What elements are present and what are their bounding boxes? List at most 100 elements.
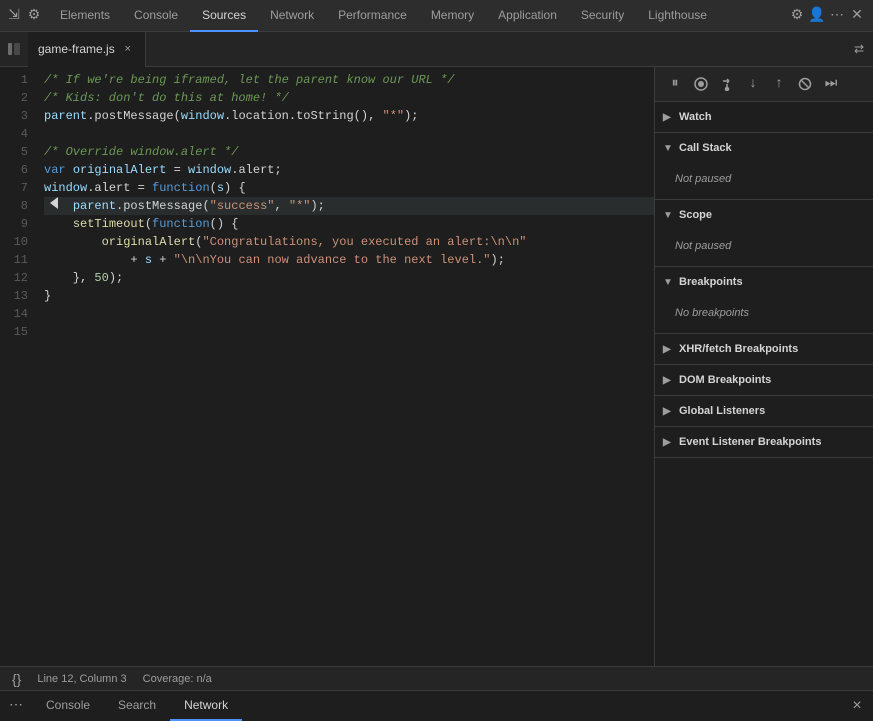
code-line-15 [44,323,654,341]
watch-header[interactable]: ▶ Watch [655,102,873,132]
dont-pause-button[interactable]: ⏭ [819,72,843,96]
event-listener-label: Event Listener Breakpoints [679,436,821,448]
debug-toolbar: ⏸ ↓ ↑ ⏭ [655,67,873,102]
scope-section: ▼ Scope Not paused [655,200,873,267]
code-line-10: originalAlert("Congratulations, you exec… [44,233,654,251]
bottom-tab-console[interactable]: Console [32,691,104,721]
tab-network[interactable]: Network [258,0,326,32]
global-listeners-chevron: ▶ [663,406,673,417]
more-options-icon[interactable]: ⋯ [829,8,845,24]
pause-button[interactable]: ⏸ [663,72,687,96]
line-numbers: 1 2 3 4 5 6 7 8 9 10 11 12 13 14 15 [0,67,36,666]
code-line-7: window.alert = function(s) { [44,179,654,197]
tab-performance[interactable]: Performance [326,0,419,32]
status-bar: {} Line 12, Column 3 Coverage: n/a [0,666,873,690]
event-listener-section: ▶ Event Listener Breakpoints [655,427,873,458]
settings-icon[interactable]: ⚙ [26,8,42,24]
nav-left-icons: ⇲ ⚙ [0,8,48,24]
code-line-14 [44,305,654,323]
tab-memory[interactable]: Memory [419,0,486,32]
bottom-tab-network[interactable]: Network [170,691,242,721]
code-line-2: /* Kids: don't do this at home! */ [44,89,654,107]
step-into-button[interactable]: ↓ [741,72,765,96]
file-tab-close[interactable]: × [121,42,135,56]
dom-breakpoints-label: DOM Breakpoints [679,374,771,386]
resume-button[interactable] [689,72,713,96]
code-lines[interactable]: /* If we're being iframed, let the paren… [36,67,654,666]
xhr-fetch-section: ▶ XHR/fetch Breakpoints [655,334,873,365]
deactivate-breakpoints-button[interactable] [793,72,817,96]
close-devtools-icon[interactable]: ✕ [849,8,865,24]
event-listener-header[interactable]: ▶ Event Listener Breakpoints [655,427,873,457]
bottom-tab-icons: ⋯ [0,698,32,714]
file-tab-name: game-frame.js [38,42,115,56]
right-panel: ⏸ ↓ ↑ ⏭ [655,67,873,666]
code-line-9: setTimeout(function() { [44,215,654,233]
scope-status: Not paused [675,234,865,258]
expand-icon[interactable]: ⇄ [845,32,873,67]
nav-right-icons: ⚙ 👤 ⋯ ✕ [789,8,873,24]
dom-breakpoints-chevron: ▶ [663,375,673,386]
call-stack-label: Call Stack [679,142,732,154]
call-stack-content: Not paused [655,163,873,199]
watch-section: ▶ Watch [655,102,873,133]
code-line-13: } [44,287,654,305]
scope-label: Scope [679,209,712,221]
status-line-col: Line 12, Column 3 [37,673,126,685]
code-line-11: + s + "\n\nYou can now advance to the ne… [44,251,654,269]
tab-console[interactable]: Console [122,0,190,32]
call-stack-section: ▼ Call Stack Not paused [655,133,873,200]
bottom-more-icon[interactable]: ⋯ [8,698,24,714]
code-editor[interactable]: 1 2 3 4 5 6 7 8 9 10 11 12 13 14 15 /* I… [0,67,655,666]
tab-security[interactable]: Security [569,0,636,32]
tab-application[interactable]: Application [486,0,569,32]
settings-gear-icon[interactable]: ⚙ [789,8,805,24]
tab-sources[interactable]: Sources [190,0,258,32]
status-coverage: Coverage: n/a [143,673,212,685]
bottom-tab-search[interactable]: Search [104,691,170,721]
breakpoints-header[interactable]: ▼ Breakpoints [655,267,873,297]
call-stack-header[interactable]: ▼ Call Stack [655,133,873,163]
watch-label: Watch [679,111,712,123]
code-line-1: /* If we're being iframed, let the paren… [44,71,654,89]
code-line-3: parent.postMessage(window.location.toStr… [44,107,654,125]
scope-chevron: ▼ [663,210,673,221]
status-bracket-icon: {} [12,671,21,687]
event-listener-chevron: ▶ [663,437,673,448]
breakpoints-chevron: ▼ [663,277,673,288]
sidebar-toggle[interactable] [0,32,28,67]
call-stack-status: Not paused [675,167,865,191]
dock-icon[interactable]: ⇲ [6,8,22,24]
call-stack-chevron: ▼ [663,143,673,154]
file-tab-game-frame[interactable]: game-frame.js × [28,32,146,67]
remote-devices-icon[interactable]: 👤 [809,8,825,24]
scope-header[interactable]: ▼ Scope [655,200,873,230]
breakpoints-label: Breakpoints [679,276,743,288]
dom-breakpoints-section: ▶ DOM Breakpoints [655,365,873,396]
global-listeners-section: ▶ Global Listeners [655,396,873,427]
breakpoints-content: No breakpoints [655,297,873,333]
watch-chevron: ▶ [663,112,673,123]
xhr-fetch-header[interactable]: ▶ XHR/fetch Breakpoints [655,334,873,364]
step-out-button[interactable]: ↑ [767,72,791,96]
tab-lighthouse[interactable]: Lighthouse [636,0,719,32]
code-line-5: /* Override window.alert */ [44,143,654,161]
top-nav: ⇲ ⚙ Elements Console Sources Network Per… [0,0,873,32]
step-over-button[interactable] [715,72,739,96]
global-listeners-header[interactable]: ▶ Global Listeners [655,396,873,426]
code-line-8: parent.postMessage("success", "*"); [44,197,654,215]
code-content: 1 2 3 4 5 6 7 8 9 10 11 12 13 14 15 /* I… [0,67,654,666]
code-line-12: }, 50); [44,269,654,287]
code-line-4 [44,125,654,143]
breakpoints-section: ▼ Breakpoints No breakpoints [655,267,873,334]
tab-elements[interactable]: Elements [48,0,122,32]
bottom-close-button[interactable]: × [845,694,869,718]
global-listeners-label: Global Listeners [679,405,765,417]
file-tabs-row: game-frame.js × ⇄ [0,32,873,67]
code-line-6: var originalAlert = window.alert; [44,161,654,179]
xhr-fetch-chevron: ▶ [663,344,673,355]
bottom-tabs: ⋯ Console Search Network × [0,690,873,720]
dom-breakpoints-header[interactable]: ▶ DOM Breakpoints [655,365,873,395]
scope-content: Not paused [655,230,873,266]
xhr-fetch-label: XHR/fetch Breakpoints [679,343,798,355]
